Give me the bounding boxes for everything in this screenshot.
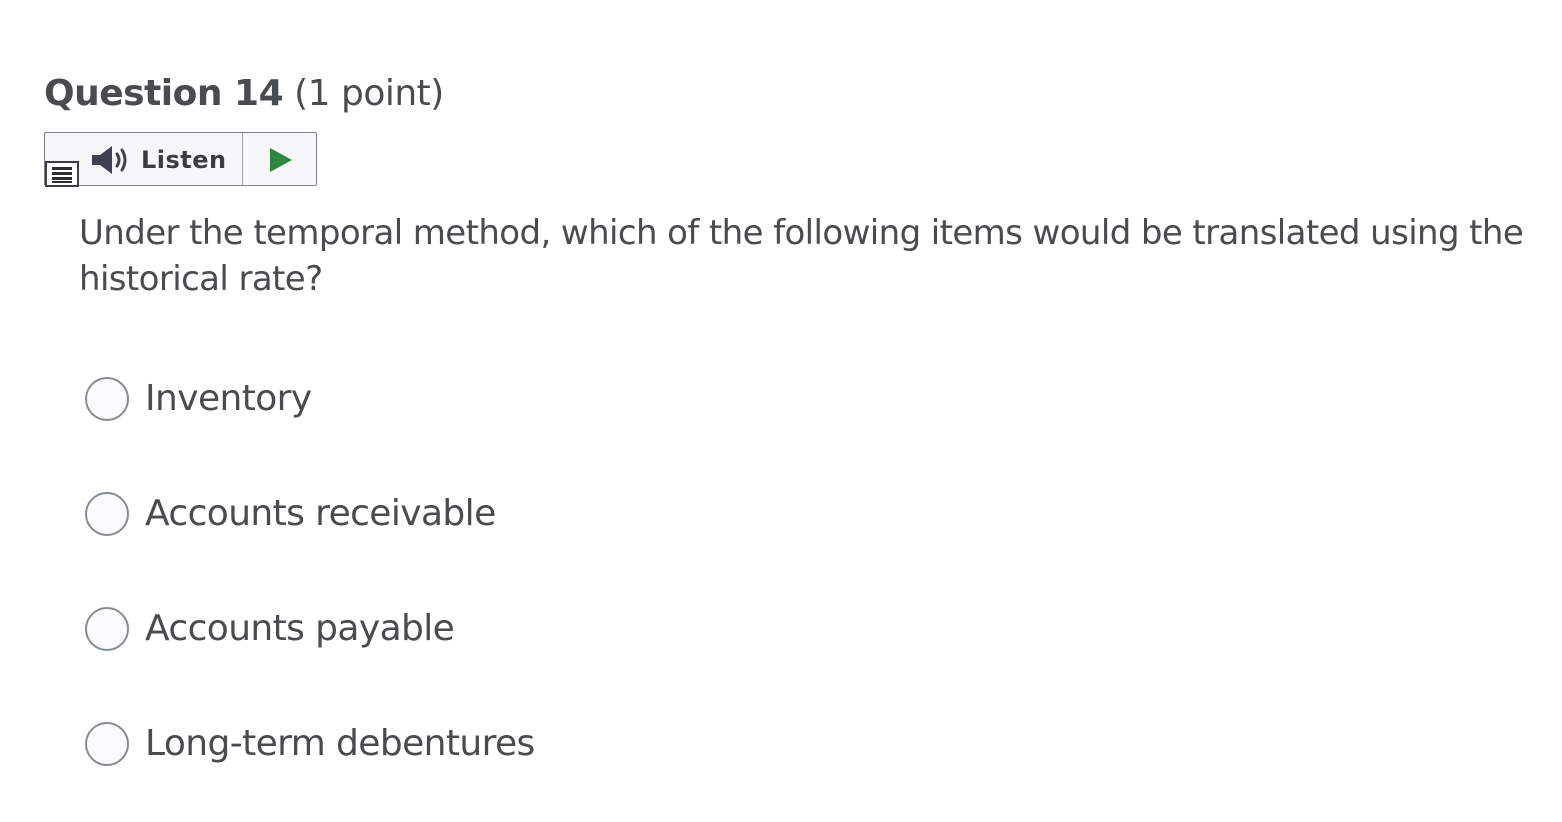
answer-label: Accounts payable	[145, 608, 455, 649]
question-text: Under the temporal method, which of the …	[79, 213, 1524, 299]
answer-option-inventory[interactable]: Inventory	[85, 374, 312, 424]
answer-option-accounts-payable[interactable]: Accounts payable	[85, 604, 455, 654]
speaker-icon	[90, 145, 132, 179]
radio-button[interactable]	[85, 377, 129, 421]
answer-option-accounts-receivable[interactable]: Accounts receivable	[85, 489, 496, 539]
listen-toolbar: Listen	[44, 132, 317, 187]
answer-label: Long-term debentures	[145, 723, 535, 764]
answer-label: Accounts receivable	[145, 493, 496, 534]
radio-button[interactable]	[85, 492, 129, 536]
play-icon	[270, 148, 292, 172]
listen-button[interactable]: Listen	[79, 133, 243, 185]
radio-button[interactable]	[85, 607, 129, 651]
question-header: Question 14 (1 point)	[44, 70, 444, 118]
answer-label: Inventory	[145, 378, 312, 419]
radio-button[interactable]	[85, 722, 129, 766]
question-points: (1 point)	[294, 73, 444, 114]
question-number: Question 14	[44, 73, 284, 114]
answer-option-long-term-debentures[interactable]: Long-term debentures	[85, 719, 535, 769]
menu-icon[interactable]	[45, 161, 79, 187]
listen-label: Listen	[141, 146, 227, 174]
play-button[interactable]	[243, 133, 317, 185]
